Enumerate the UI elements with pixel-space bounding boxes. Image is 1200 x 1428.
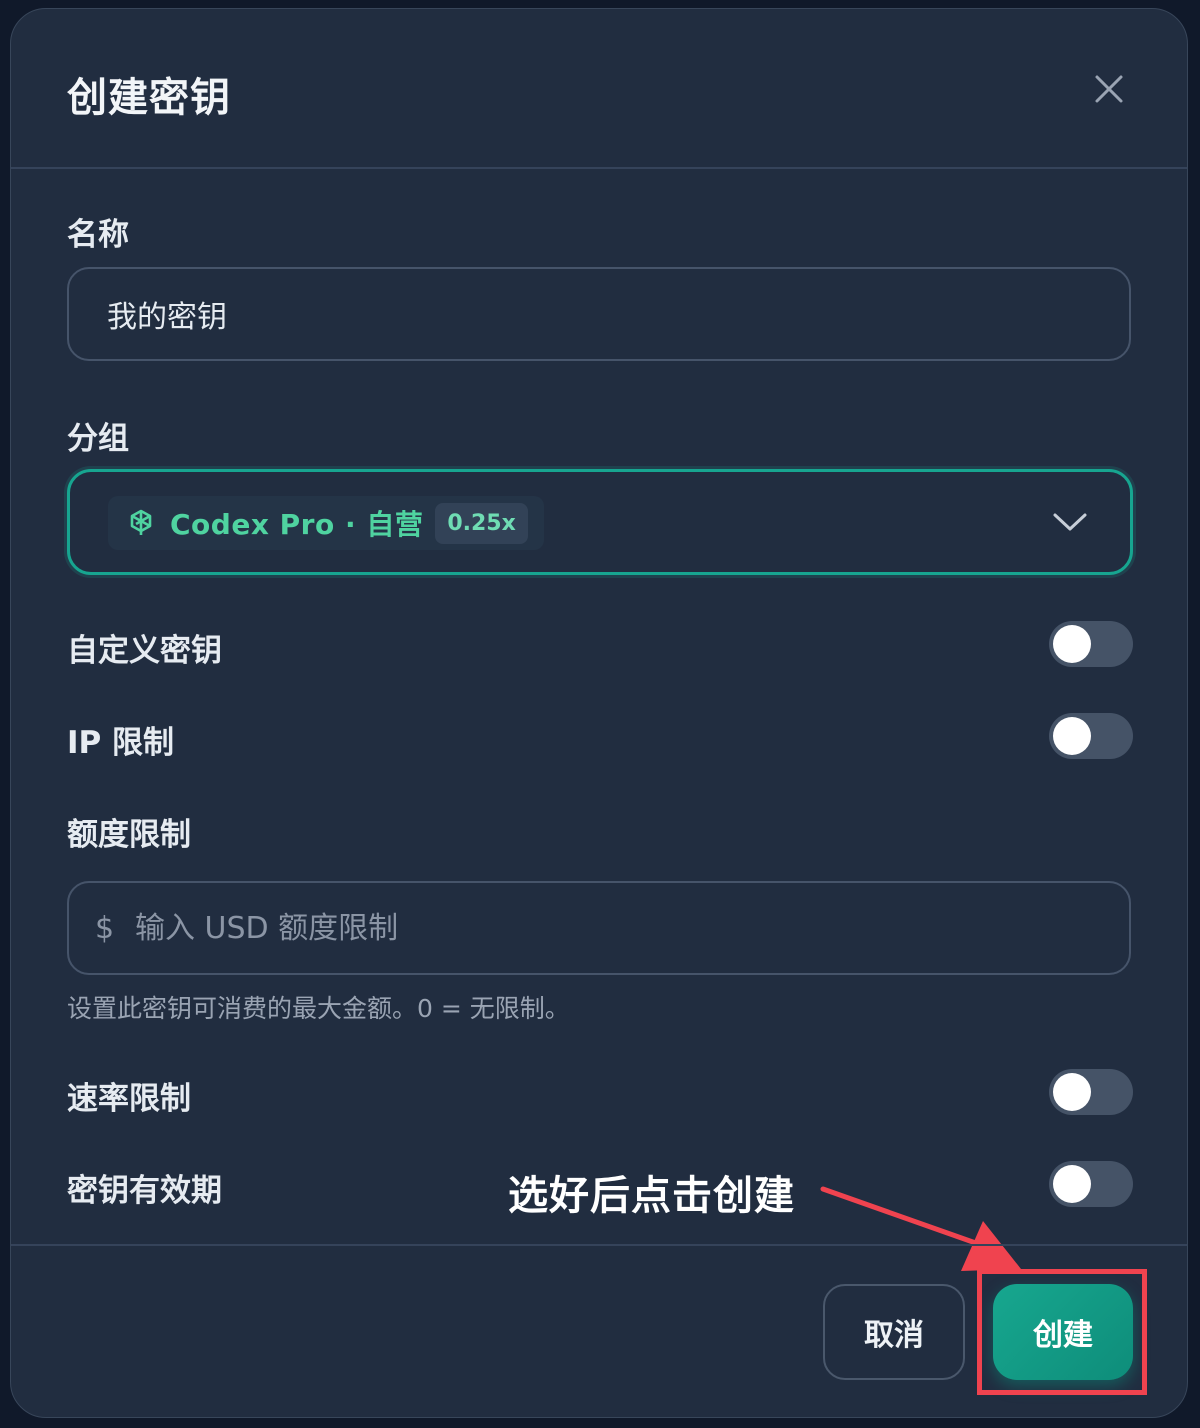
toggle-knob	[1053, 717, 1091, 755]
name-input[interactable]	[69, 269, 1129, 359]
custom-key-toggle[interactable]	[1049, 621, 1133, 667]
quota-label: 额度限制	[67, 817, 191, 853]
quota-input-box: $	[67, 881, 1131, 975]
dialog-header: 创建密钥	[11, 9, 1187, 169]
expiry-label: 密钥有效期	[67, 1173, 222, 1209]
group-select[interactable]: Codex Pro · 自营 0.25x	[67, 469, 1133, 575]
create-button[interactable]: 创建	[993, 1284, 1133, 1380]
rate-limit-toggle[interactable]	[1049, 1069, 1133, 1115]
expiry-toggle[interactable]	[1049, 1161, 1133, 1207]
arrow-icon	[820, 1186, 1021, 1271]
close-icon	[1095, 75, 1123, 103]
instruction-annotation: 选好后点击创建	[508, 1173, 795, 1219]
close-button[interactable]	[1087, 67, 1131, 111]
toggle-knob	[1053, 1073, 1091, 1111]
name-label: 名称	[67, 217, 129, 253]
group-name: Codex Pro · 自营	[170, 508, 424, 541]
group-label: 分组	[67, 421, 129, 457]
cancel-button[interactable]: 取消	[823, 1284, 965, 1380]
toggle-knob	[1053, 625, 1091, 663]
chevron-down-icon	[1053, 513, 1087, 531]
toggle-knob	[1053, 1165, 1091, 1203]
ip-limit-label: IP 限制	[67, 725, 175, 761]
footer-divider	[11, 1244, 1187, 1246]
custom-key-label: 自定义密钥	[67, 633, 222, 669]
create-key-dialog: 创建密钥 名称 分组 Codex Pro · 自营 0.25x	[10, 8, 1188, 1418]
group-rate-badge: 0.25x	[435, 502, 528, 544]
quota-hint: 设置此密钥可消费的最大金额。0 = 无限制。	[67, 994, 570, 1023]
openai-icon	[130, 509, 152, 535]
name-input-box	[67, 267, 1131, 361]
quota-input[interactable]	[69, 883, 1129, 973]
dialog-title: 创建密钥	[67, 75, 231, 121]
rate-limit-label: 速率限制	[67, 1081, 191, 1117]
group-chip: Codex Pro · 自营 0.25x	[108, 496, 544, 550]
ip-limit-toggle[interactable]	[1049, 713, 1133, 759]
